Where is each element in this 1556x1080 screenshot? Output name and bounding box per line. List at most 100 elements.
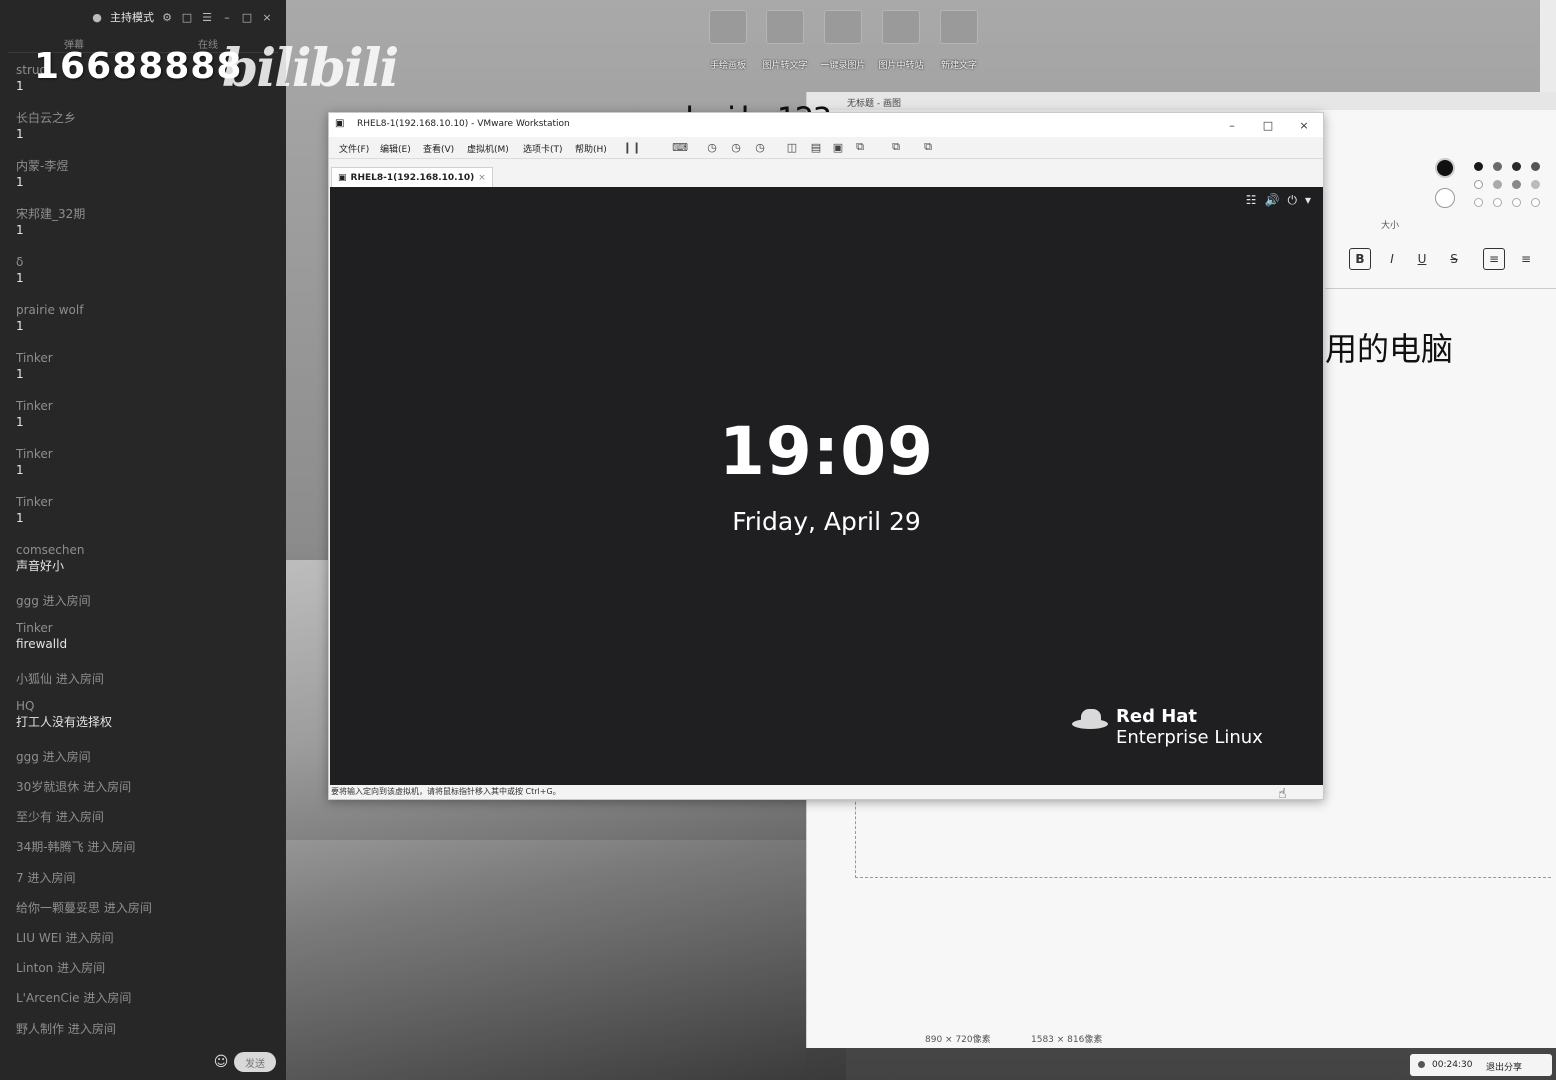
strikethrough-button[interactable]: S	[1443, 248, 1465, 270]
desktop-icon-4[interactable]: 图片中转站	[871, 10, 931, 71]
send-keys-icon[interactable]: ⌨	[672, 140, 688, 154]
chat-message: 长白云之乡 1	[16, 110, 76, 142]
desktop-icon-3[interactable]: 一键录图片	[813, 10, 873, 71]
live-elapsed-time: 00:24:30	[1432, 1060, 1473, 1070]
bold-button[interactable]: B	[1349, 248, 1371, 270]
redhat-logo: Red Hat Enterprise Linux	[1072, 707, 1263, 749]
enter-notice: 30岁就退休 进入房间	[16, 780, 132, 794]
paint-app-titlebar: 无标题 - 画图	[807, 92, 1556, 110]
chat-message: Tinker 1	[16, 398, 53, 430]
chat-message: 宋邦建_32期 1	[16, 206, 85, 238]
tab-vm[interactable]: ▣ RHEL8-1(192.168.10.10) ×	[331, 167, 493, 187]
palette-color-6[interactable]	[1493, 180, 1502, 189]
menu-vm[interactable]: 虚拟机(M)	[467, 142, 509, 155]
palette-color-1[interactable]	[1474, 162, 1483, 171]
lock-screen-date: Friday, April 29	[732, 507, 921, 536]
menu-edit[interactable]: 编辑(E)	[380, 142, 411, 155]
console-view-icon[interactable]: ▤	[809, 140, 823, 154]
secondary-color-swatch[interactable]	[1435, 188, 1455, 208]
snapshot-icon[interactable]: ◷	[705, 140, 719, 154]
chat-username: Tinker	[16, 495, 53, 509]
chat-message: comsechen 声音好小	[16, 542, 84, 574]
chat-content: 1	[16, 319, 24, 333]
unity-icon[interactable]: ⧉	[853, 140, 867, 154]
palette-color-4[interactable]	[1531, 162, 1540, 171]
chat-username: 内蒙-李煜	[16, 159, 69, 173]
italic-button[interactable]: I	[1381, 248, 1403, 270]
emoji-icon[interactable]: ☺	[214, 1054, 229, 1070]
chat-message: Tinker 1	[16, 350, 53, 382]
desktop-icon-5[interactable]: 新建文字	[929, 10, 989, 71]
popout-icon[interactable]: □	[180, 10, 194, 24]
chat-username: prairie wolf	[16, 303, 84, 317]
chat-content: 1	[16, 511, 24, 525]
desktop-icon-1[interactable]: 手绘画板	[698, 10, 758, 71]
canvas-text: 用的电脑	[1325, 330, 1454, 368]
chat-content: 1	[16, 415, 24, 429]
palette-color-3[interactable]	[1512, 162, 1521, 171]
maximize-button[interactable]: □	[1253, 116, 1283, 134]
enter-notice: Linton 进入房间	[16, 961, 106, 975]
revert-snapshot-icon[interactable]: ◷	[729, 140, 743, 154]
vm-tab-icon: ▣	[338, 172, 347, 183]
palette-color-2[interactable]	[1493, 162, 1502, 171]
palette-color-7[interactable]	[1512, 180, 1521, 189]
chevron-down-icon[interactable]: ▾	[1305, 193, 1311, 208]
view-options-icon[interactable]: ⧉	[921, 140, 935, 154]
primary-color-swatch[interactable]	[1435, 158, 1455, 178]
align-left-icon[interactable]: ≡	[1483, 248, 1505, 270]
pause-icon[interactable]: ❙❙	[623, 140, 641, 154]
chat-username: HQ	[16, 699, 35, 713]
live-chat-panel: ● 主持模式 ⚙ □ ☰ – □ × 弹幕 在线 strug 1 长白云之乡 1 内…	[0, 0, 399, 1080]
menu-help[interactable]: 帮助(H)	[575, 142, 607, 155]
power-icon[interactable]: ⏻	[1287, 193, 1297, 208]
palette-color-12[interactable]	[1531, 198, 1540, 207]
send-button[interactable]: 发送	[234, 1052, 276, 1072]
menu-tabs[interactable]: 选项卡(T)	[523, 142, 563, 155]
enter-notice: LIU WEI 进入房间	[16, 931, 114, 945]
chat-message: prairie wolf 1	[16, 302, 83, 334]
close-button[interactable]: ×	[1289, 116, 1319, 134]
underline-button[interactable]: U	[1411, 248, 1433, 270]
canvas-selection[interactable]	[855, 792, 1551, 878]
vm-console-screen[interactable]: ☷ 🔊 ⏻ ▾ 19:09 Friday, April 29 Red Hat E…	[330, 187, 1323, 785]
menu-icon[interactable]: ☰	[200, 10, 214, 24]
align-center-icon[interactable]: ≡	[1515, 248, 1537, 270]
chat-content: 1	[16, 127, 24, 141]
exit-share-button[interactable]: 退出分享	[1486, 1060, 1522, 1073]
palette-color-8[interactable]	[1531, 180, 1540, 189]
volume-icon[interactable]: 🔊	[1265, 193, 1280, 208]
tab-close-icon[interactable]: ×	[478, 173, 486, 183]
menu-file[interactable]: 文件(F)	[339, 142, 369, 155]
chat-username: Tinker	[16, 621, 53, 635]
fullscreen-icon[interactable]: ▣	[831, 140, 845, 154]
palette-color-10[interactable]	[1493, 198, 1502, 207]
desktop-icon-2[interactable]: 图片转文字	[755, 10, 815, 71]
palette-color-9[interactable]	[1474, 198, 1483, 207]
snapshot-manager-icon[interactable]: ◷	[753, 140, 767, 154]
chat-content: 1	[16, 367, 24, 381]
palette-color-11[interactable]	[1512, 198, 1521, 207]
vmware-app-icon: ▣	[335, 118, 345, 129]
chat-username: Tinker	[16, 399, 53, 413]
library-icon[interactable]: ◫	[785, 140, 799, 154]
chat-username: 长白云之乡	[16, 111, 77, 125]
chat-content: 声音好小	[16, 559, 65, 573]
chat-message: Tinker 1	[16, 446, 53, 478]
vmware-window: ▣ RHEL8-1(192.168.10.10) - VMware Workst…	[328, 112, 1324, 800]
enter-notice: ggg 进入房间	[16, 750, 91, 764]
close-icon[interactable]: ×	[260, 10, 274, 24]
minimize-icon[interactable]: –	[220, 10, 234, 24]
network-icon[interactable]: ☷	[1246, 193, 1257, 208]
chat-content: 1	[16, 463, 24, 477]
settings-icon[interactable]: ⚙	[160, 10, 174, 24]
lock-screen-clock: 19:09	[718, 413, 935, 490]
minimize-button[interactable]: –	[1217, 116, 1247, 134]
maximize-icon[interactable]: □	[240, 10, 254, 24]
chat-message: Tinker firewalld	[16, 620, 67, 652]
chat-message: 内蒙-李煜 1	[16, 158, 68, 190]
palette-color-5[interactable]	[1474, 180, 1483, 189]
menu-view[interactable]: 查看(V)	[423, 142, 454, 155]
enter-notice: 小狐仙 进入房间	[16, 672, 104, 686]
stretch-icon[interactable]: ⧉	[889, 140, 903, 154]
